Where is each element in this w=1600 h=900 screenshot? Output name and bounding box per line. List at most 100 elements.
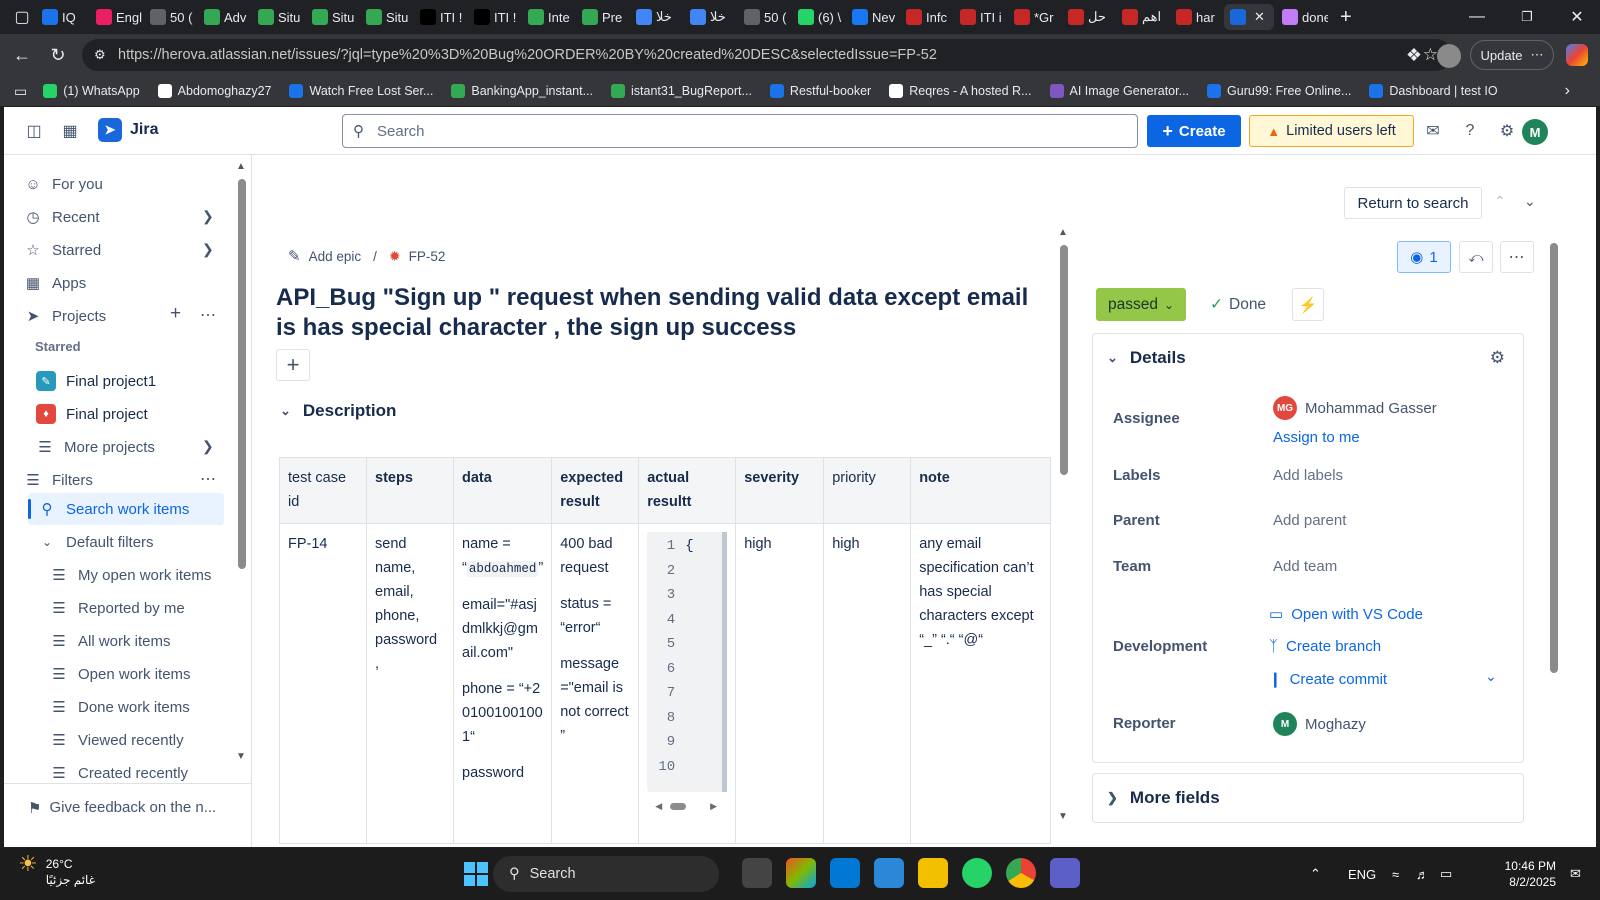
close-window-button[interactable]: ✕ (1554, 0, 1600, 34)
sidebar-item-final-project1[interactable]: ✎ Final project1 (36, 366, 156, 396)
browser-tab[interactable]: ITI i (954, 4, 1006, 30)
status-dropdown[interactable]: passed ⌄ (1096, 288, 1186, 321)
reporter-field[interactable]: M Moghazy (1273, 712, 1366, 736)
share-icon[interactable]: ⤺ (1459, 241, 1493, 273)
hscroll-thumb[interactable] (670, 802, 687, 810)
main-scrollbar[interactable] (1060, 245, 1068, 475)
tray-chevron-icon[interactable]: ⌃ (1310, 848, 1321, 900)
minimize-button[interactable]: — (1454, 0, 1500, 34)
update-button[interactable]: Update ⋯ (1470, 40, 1554, 70)
return-to-search-button[interactable]: Return to search (1344, 187, 1482, 219)
notifications-icon[interactable]: ✉ (1570, 848, 1581, 900)
chevron-right-icon[interactable]: ❯ (202, 241, 214, 258)
limited-users-button[interactable]: ▲ Limited users left (1249, 115, 1414, 147)
browser-tab[interactable]: حل (1062, 4, 1114, 30)
team-field[interactable]: Add team (1273, 558, 1337, 575)
sidebar-filter-item[interactable]: ☰ All work items (50, 626, 170, 656)
jira-logo[interactable]: ➤ Jira (98, 118, 158, 142)
sidebar-item-starred[interactable]: ☆ Starred (24, 235, 101, 265)
issue-title[interactable]: API_Bug "Sign up " request when sending … (276, 283, 1046, 343)
browser-tab[interactable]: خلا (684, 4, 736, 30)
automation-bolt-icon[interactable]: ⚡ (1292, 288, 1324, 321)
bookmark-item[interactable]: Abdomoghazy27 (157, 84, 271, 98)
teams-icon[interactable] (1050, 858, 1080, 888)
add-content-button[interactable]: + (276, 349, 310, 381)
sidebar-filter-item[interactable]: ☰ My open work items (50, 560, 211, 590)
browser-tab[interactable]: ✕ (1224, 4, 1274, 30)
browser-tab[interactable]: اهم (1116, 4, 1168, 30)
restore-button[interactable]: ❐ (1504, 0, 1550, 34)
create-branch-link[interactable]: ᛉ Create branch (1269, 638, 1381, 655)
chevron-right-icon[interactable]: ❯ (202, 208, 214, 225)
assign-to-me-link[interactable]: Assign to me (1273, 429, 1360, 446)
right-panel-scrollbar[interactable] (1550, 243, 1558, 673)
reload-icon[interactable]: ↻ (40, 37, 76, 73)
details-header[interactable]: ⌄ Details (1107, 348, 1186, 368)
sidebar-filter-item[interactable]: ☰ Done work items (50, 692, 189, 722)
give-feedback-button[interactable]: ⚑ Give feedback on the n... (4, 783, 252, 831)
sidebar-item-more-projects[interactable]: ☰ More projects (36, 432, 155, 462)
create-commit-link[interactable]: ❙ Create commit (1269, 670, 1387, 689)
details-settings-icon[interactable]: ⚙ (1490, 348, 1505, 368)
copilot-icon[interactable] (1566, 44, 1588, 66)
filters-more-icon[interactable]: ⋯ (200, 469, 216, 489)
add-project-icon[interactable]: + (170, 303, 181, 325)
browser-tab[interactable]: har (1170, 4, 1222, 30)
site-info-icon[interactable]: ⚙ (94, 47, 106, 63)
weather-widget[interactable]: ☀ 26°C غائم جزئيًا (18, 853, 95, 888)
bookmark-item[interactable]: (1) WhatsApp (43, 84, 140, 98)
bookmark-item[interactable]: Guru99: Free Online... (1207, 84, 1351, 98)
sidebar-item-final-project[interactable]: ♦ Final project (36, 399, 148, 429)
browser-tab[interactable]: done (1276, 4, 1328, 30)
apps-shortcut-icon[interactable]: ▭ (14, 83, 27, 100)
add-epic-link[interactable]: Add epic (309, 249, 362, 264)
edge-icon[interactable] (830, 858, 860, 888)
sidebar-filter-item[interactable]: ☰ Viewed recently (50, 725, 183, 755)
chrome-icon[interactable] (1006, 858, 1036, 888)
bookmark-item[interactable]: Dashboard | test IO (1369, 84, 1498, 98)
sidebar-filter-item[interactable]: ☰ Reported by me (50, 593, 184, 623)
browser-tab[interactable]: (6) \ (792, 4, 844, 30)
next-issue-icon[interactable]: ⌄ (1524, 193, 1536, 210)
app-switcher-icon[interactable]: ▦ (54, 115, 86, 147)
profile-avatar[interactable] (1437, 44, 1461, 68)
issue-key-link[interactable]: FP-52 (409, 249, 446, 264)
extensions-icon[interactable]: ❖ (1396, 37, 1432, 73)
browser-tab[interactable]: 50 ( (144, 4, 196, 30)
scroll-up-icon[interactable]: ▲ (236, 161, 246, 172)
sidebar-item-default-filters[interactable]: ⌄ Default filters (38, 527, 154, 557)
browser-tab[interactable]: IQ (36, 4, 88, 30)
parent-field[interactable]: Add parent (1273, 512, 1346, 529)
file-explorer-icon[interactable] (918, 858, 948, 888)
battery-icon[interactable]: ▭ (1440, 848, 1452, 900)
sidebar-item-apps[interactable]: ▦ Apps (24, 268, 86, 298)
whatsapp-icon[interactable] (962, 858, 992, 888)
code-scrollbar[interactable] (722, 532, 728, 792)
task-view-icon[interactable] (742, 858, 772, 888)
copilot-app-icon[interactable] (786, 858, 816, 888)
bookmark-item[interactable]: AI Image Generator... (1049, 84, 1189, 98)
close-tab-icon[interactable]: ✕ (1254, 9, 1265, 25)
notifications-bell-icon[interactable]: ✉ (1417, 115, 1449, 147)
windows-start-icon[interactable] (464, 862, 488, 886)
browser-tab[interactable]: ITI ! (468, 4, 520, 30)
clock[interactable]: 10:46 PM 8/2/2025 (1496, 858, 1556, 890)
description-header[interactable]: ⌄ Description (280, 401, 396, 421)
store-icon[interactable] (874, 858, 904, 888)
assignee-field[interactable]: MG Mohammad Gasser (1273, 396, 1437, 420)
browser-tab[interactable]: Inte (522, 4, 574, 30)
bookmark-item[interactable]: istant31_BugReport... (611, 84, 752, 98)
back-icon[interactable]: ← (4, 37, 40, 73)
sidebar-item-search-work-items[interactable]: ⚲ Search work items (38, 494, 190, 524)
chevron-right-icon[interactable]: ❯ (202, 438, 214, 455)
help-icon[interactable]: ? (1454, 115, 1486, 147)
settings-gear-icon[interactable]: ⚙ (1491, 115, 1523, 147)
scroll-up-icon[interactable]: ▲ (1058, 227, 1068, 238)
sidebar-item-for-you[interactable]: ☺ For you (24, 169, 103, 199)
open-vscode-link[interactable]: ▭ Open with VS Code (1269, 605, 1423, 624)
browser-tab[interactable]: Pre (576, 4, 628, 30)
scroll-right-icon[interactable]: ▶ (710, 794, 717, 818)
sidebar-item-filters[interactable]: ☰ Filters (24, 465, 93, 495)
labels-field[interactable]: Add labels (1273, 467, 1343, 484)
bookmark-item[interactable]: BankingApp_instant... (451, 84, 593, 98)
